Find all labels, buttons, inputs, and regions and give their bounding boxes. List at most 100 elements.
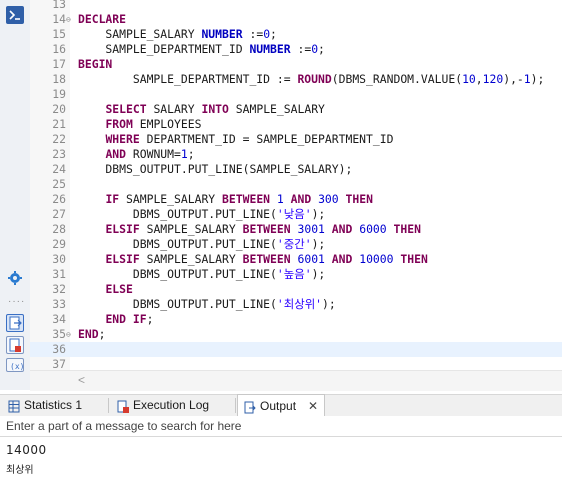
code-line[interactable]: 14 ⊖ DECLARE <box>30 12 562 27</box>
tab-output-label: Output <box>260 399 297 413</box>
line-number: 28 <box>52 222 66 236</box>
statistics-grid-icon <box>8 399 20 413</box>
code-text: SAMPLE_DEPARTMENT_ID NUMBER :=0; <box>78 42 325 56</box>
line-number: 24 <box>52 162 66 176</box>
result-tabs: Statistics 1 Execution Log Output ✕ <box>0 394 562 418</box>
code-text: ELSIF SAMPLE_SALARY BETWEEN 3001 AND 600… <box>105 222 421 236</box>
output-line-2: 최상위 <box>6 465 34 476</box>
code-line[interactable]: 37 <box>30 357 562 370</box>
code-text: END; <box>78 327 106 341</box>
line-number: 15 <box>52 27 66 41</box>
line-number: 22 <box>52 132 66 146</box>
code-text: DBMS_OUTPUT.PUT_LINE('중간'); <box>78 237 326 251</box>
settings-gear-icon[interactable] <box>7 270 23 286</box>
output-search-bar <box>0 416 562 437</box>
code-text: DBMS_OUTPUT.PUT_LINE('낮음'); <box>78 207 326 221</box>
line-number: 32 <box>52 282 66 296</box>
tab-execution-log[interactable]: Execution Log <box>111 395 231 416</box>
tab-execution-log-label: Execution Log <box>133 398 210 412</box>
code-line[interactable]: 35 ⊖ END; <box>30 327 562 342</box>
line-number: 17 <box>52 57 66 71</box>
line-number: 36 <box>52 342 66 356</box>
code-line[interactable]: 25 <box>30 177 562 192</box>
code-text: FROM EMPLOYEES <box>105 117 202 131</box>
line-number: 13 <box>52 0 66 11</box>
code-text: SAMPLE_DEPARTMENT_ID := ROUND(DBMS_RANDO… <box>78 72 545 86</box>
line-number: 18 <box>52 72 66 86</box>
code-text: DBMS_OUTPUT.PUT_LINE('최상위'); <box>78 297 336 311</box>
code-text: IF SAMPLE_SALARY BETWEEN 1 AND 300 THEN <box>105 192 373 206</box>
code-line[interactable]: 22 WHERE DEPARTMENT_ID = SAMPLE_DEPARTME… <box>30 132 562 147</box>
output-icon <box>244 399 256 414</box>
sql-editor[interactable]: 13 14 ⊖ DECLARE 15 SAMPLE_SALARY NUMBER :=0;… <box>30 0 562 370</box>
code-line[interactable]: 20 SELECT SALARY INTO SAMPLE_SALARY <box>30 102 562 117</box>
line-number: 27 <box>52 207 66 221</box>
code-text: DECLARE <box>78 12 127 26</box>
code-text: AND ROWNUM=1; <box>105 147 195 161</box>
code-line[interactable]: 32 ELSE <box>30 282 562 297</box>
code-line[interactable]: 23 AND ROWNUM=1; <box>30 147 562 162</box>
line-number: 26 <box>52 192 66 206</box>
code-line[interactable]: 24 DBMS_OUTPUT.PUT_LINE(SAMPLE_SALARY); <box>30 162 562 177</box>
line-number: 30 <box>52 252 66 266</box>
tab-statistics[interactable]: Statistics 1 <box>2 395 102 416</box>
line-number: 21 <box>52 117 66 131</box>
svg-text:(x): (x) <box>10 362 23 371</box>
line-number: 33 <box>52 297 66 311</box>
tab-separator <box>108 398 109 413</box>
line-number: 34 <box>52 312 66 326</box>
side-toolbar: ···· (x) <box>0 0 31 390</box>
code-line[interactable]: 15 SAMPLE_SALARY NUMBER :=0; <box>30 27 562 42</box>
output-search-input[interactable] <box>0 416 562 436</box>
code-text: DBMS_OUTPUT.PUT_LINE(SAMPLE_SALARY); <box>78 162 353 176</box>
line-number: 37 <box>52 357 66 370</box>
code-line[interactable]: 31 DBMS_OUTPUT.PUT_LINE('높음'); <box>30 267 562 282</box>
code-text: ELSIF SAMPLE_SALARY BETWEEN 6001 AND 100… <box>105 252 428 266</box>
code-line[interactable]: 29 DBMS_OUTPUT.PUT_LINE('중간'); <box>30 237 562 252</box>
more-dots-icon[interactable]: ···· <box>8 296 25 307</box>
tab-output[interactable]: Output ✕ <box>237 394 325 418</box>
close-tab-icon[interactable]: ✕ <box>308 395 318 418</box>
code-line[interactable]: 18 SAMPLE_DEPARTMENT_ID := ROUND(DBMS_RA… <box>30 72 562 87</box>
code-text: WHERE DEPARTMENT_ID = SAMPLE_DEPARTMENT_… <box>105 132 394 146</box>
line-number: 35 <box>52 327 66 341</box>
fold-toggle-icon[interactable]: ⊖ <box>66 327 75 342</box>
execution-log-icon <box>117 399 129 413</box>
line-number: 29 <box>52 237 66 251</box>
code-line[interactable]: 33 DBMS_OUTPUT.PUT_LINE('최상위'); <box>30 297 562 312</box>
tab-statistics-label: Statistics 1 <box>24 398 83 412</box>
code-text: END IF; <box>105 312 154 326</box>
variables-panel-icon[interactable]: (x) <box>6 358 24 372</box>
code-line[interactable]: 21 FROM EMPLOYEES <box>30 117 562 132</box>
tab-separator <box>235 398 236 413</box>
output-panel-icon[interactable] <box>6 314 24 332</box>
code-line[interactable]: 30 ELSIF SAMPLE_SALARY BETWEEN 6001 AND … <box>30 252 562 267</box>
code-line[interactable]: 28 ELSIF SAMPLE_SALARY BETWEEN 3001 AND … <box>30 222 562 237</box>
code-text: SAMPLE_SALARY NUMBER :=0; <box>78 27 277 41</box>
execution-log-panel-icon[interactable] <box>6 336 24 354</box>
line-number: 31 <box>52 267 66 281</box>
code-text: DBMS_OUTPUT.PUT_LINE('높음'); <box>78 267 326 281</box>
code-line[interactable]: 16 SAMPLE_DEPARTMENT_ID NUMBER :=0; <box>30 42 562 57</box>
terminal-icon[interactable] <box>6 6 24 24</box>
code-line[interactable]: 17 BEGIN <box>30 57 562 72</box>
code-text: ELSE <box>105 282 133 296</box>
line-number: 25 <box>52 177 66 191</box>
horizontal-scrollbar[interactable]: < <box>30 370 562 391</box>
code-line[interactable]: 19 <box>30 87 562 102</box>
code-line[interactable]: 26 IF SAMPLE_SALARY BETWEEN 1 AND 300 TH… <box>30 192 562 207</box>
line-number: 20 <box>52 102 66 116</box>
line-number: 16 <box>52 42 66 56</box>
scroll-left-arrow-icon[interactable]: < <box>78 373 85 387</box>
line-number: 23 <box>52 147 66 161</box>
line-number: 14 <box>52 12 66 26</box>
code-line[interactable]: 27 DBMS_OUTPUT.PUT_LINE('낮음'); <box>30 207 562 222</box>
output-line-1: 14000 <box>6 443 47 457</box>
code-line[interactable]: 13 <box>30 0 562 12</box>
code-text: SELECT SALARY INTO SAMPLE_SALARY <box>105 102 325 116</box>
code-line[interactable]: 34 END IF; <box>30 312 562 327</box>
line-number: 19 <box>52 87 66 101</box>
fold-toggle-icon[interactable]: ⊖ <box>66 12 75 27</box>
code-line[interactable]: 36 <box>30 342 562 357</box>
code-text: BEGIN <box>78 57 113 71</box>
